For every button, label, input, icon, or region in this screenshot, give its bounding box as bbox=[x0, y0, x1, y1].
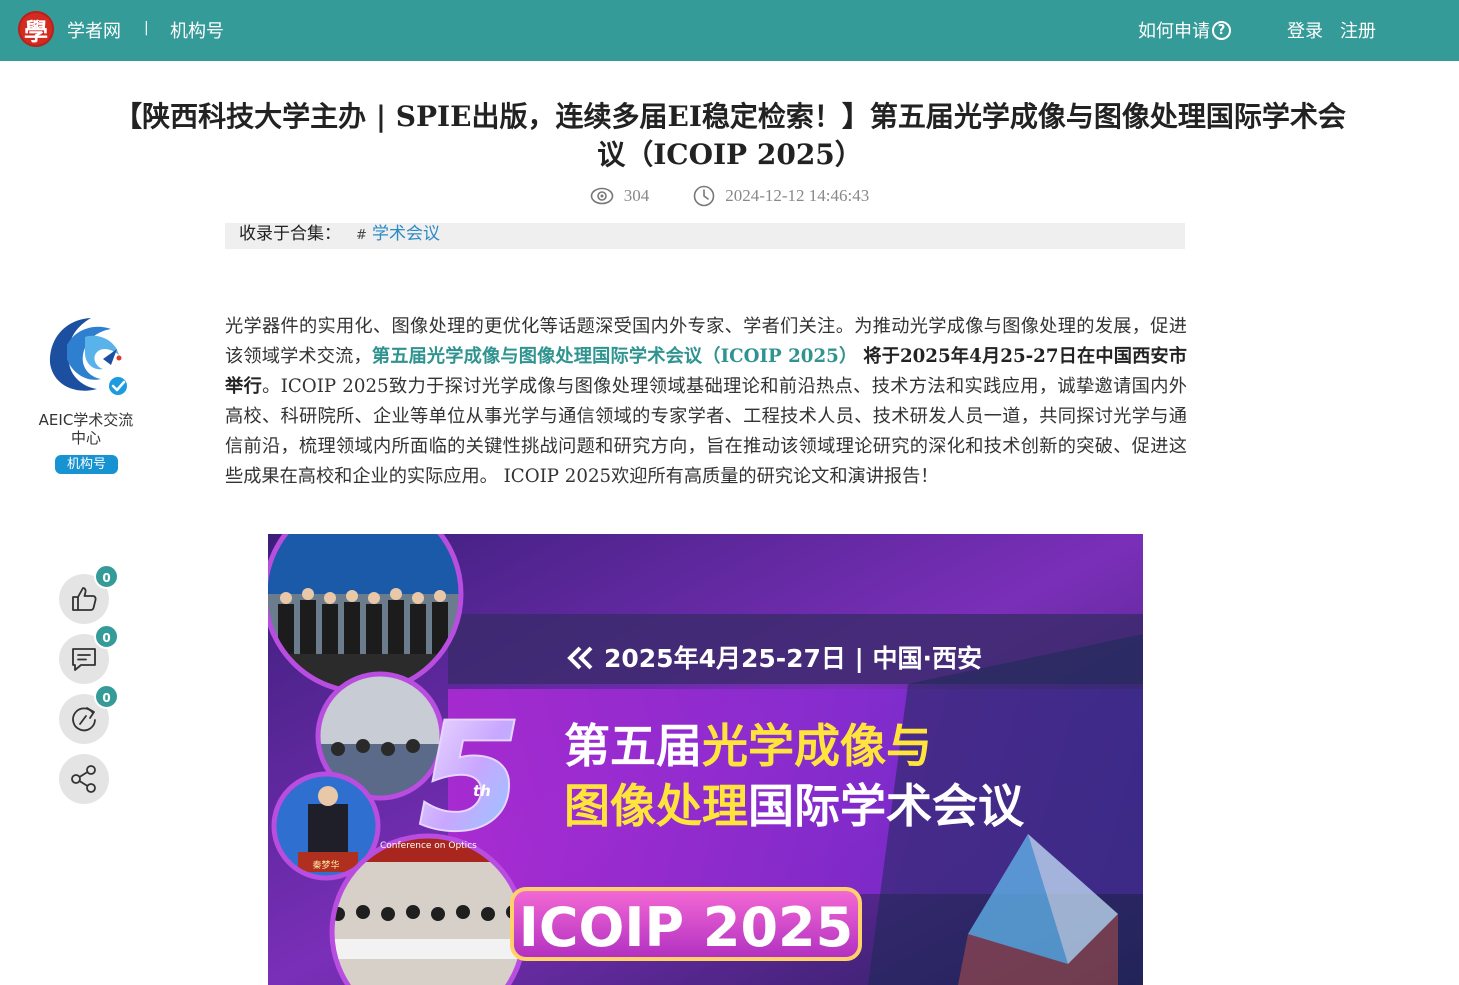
edition-number: 5 bbox=[418, 691, 522, 865]
article-body-paragraph: 光学器件的实用化、图像处理的更优化等话题深受国内外专家、学者们关注。为推动光学成… bbox=[225, 312, 1187, 492]
author-name[interactable]: AEIC学术交流中心 bbox=[36, 411, 136, 447]
how-to-apply-link[interactable]: 如何申请 ? bbox=[1138, 17, 1231, 43]
site-name-link[interactable]: 学者网 bbox=[67, 17, 121, 43]
collection-bar: 收录于合集： # 学术会议 bbox=[225, 223, 1185, 249]
banner-artwork: 秦梦华 Conference on Optics 2025年4月25-27日 |… bbox=[268, 534, 1143, 985]
banner-title-line1: 第五届光学成像与 bbox=[564, 719, 932, 773]
conference-banner-image: 秦梦华 Conference on Optics 2025年4月25-27日 |… bbox=[268, 534, 1143, 985]
eye-icon bbox=[590, 187, 614, 205]
register-link[interactable]: 注册 bbox=[1340, 17, 1376, 43]
like-count-badge: 0 bbox=[94, 564, 119, 589]
repost-icon bbox=[72, 707, 96, 732]
speaker-nameplate: 秦梦华 bbox=[312, 859, 339, 871]
org-account-badge: 机构号 bbox=[55, 455, 118, 474]
collection-label: 收录于合集： bbox=[239, 224, 341, 244]
collection-tag-link[interactable]: 学术会议 bbox=[372, 223, 440, 246]
share-icon bbox=[71, 765, 96, 793]
comment-count-badge: 0 bbox=[94, 624, 119, 649]
view-count: 304 bbox=[623, 186, 650, 205]
clock-icon bbox=[693, 185, 715, 207]
article-meta: 304 2024-12-12 14:46:43 bbox=[0, 185, 1459, 207]
banner-date-location: 2025年4月25-27日 | 中国·西安 bbox=[604, 644, 982, 673]
thumbs-up-icon bbox=[72, 587, 97, 611]
site-logo[interactable]: 學 bbox=[18, 11, 54, 47]
hash-icon: # bbox=[356, 228, 367, 243]
author-avatar[interactable] bbox=[45, 315, 128, 398]
publish-datetime: 2024-12-12 14:46:43 bbox=[725, 186, 870, 205]
repost-count-badge: 0 bbox=[94, 684, 119, 709]
conference-name-highlight: 第五届光学成像与图像处理国际学术会议（ICOIP 2025） bbox=[371, 346, 858, 367]
login-link[interactable]: 登录 bbox=[1287, 17, 1323, 43]
banner-title-line2: 图像处理国际学术会议 bbox=[564, 779, 1025, 833]
article-title: 【陕西科技大学主办 | SPIE出版，连续多届EI稳定检索！】第五届光学成像与图… bbox=[114, 100, 1346, 171]
edition-suffix: th bbox=[473, 782, 491, 800]
share-button[interactable] bbox=[59, 754, 109, 804]
banner-acronym: ICOIP 2025 bbox=[519, 896, 853, 959]
body-text-rest: 。ICOIP 2025致力于探讨光学成像与图像处理领域基础理论和前沿热点、技术方… bbox=[225, 376, 1187, 487]
help-circle-icon: ? bbox=[1212, 20, 1231, 40]
comment-icon bbox=[72, 648, 96, 671]
org-account-link[interactable]: 机构号 bbox=[170, 17, 224, 43]
nav-separator: | bbox=[144, 20, 149, 36]
top-navigation-bar: 學 学者网 | 机构号 如何申请 ? 登录 注册 bbox=[0, 0, 1459, 61]
how-to-apply-label: 如何申请 bbox=[1138, 21, 1210, 42]
